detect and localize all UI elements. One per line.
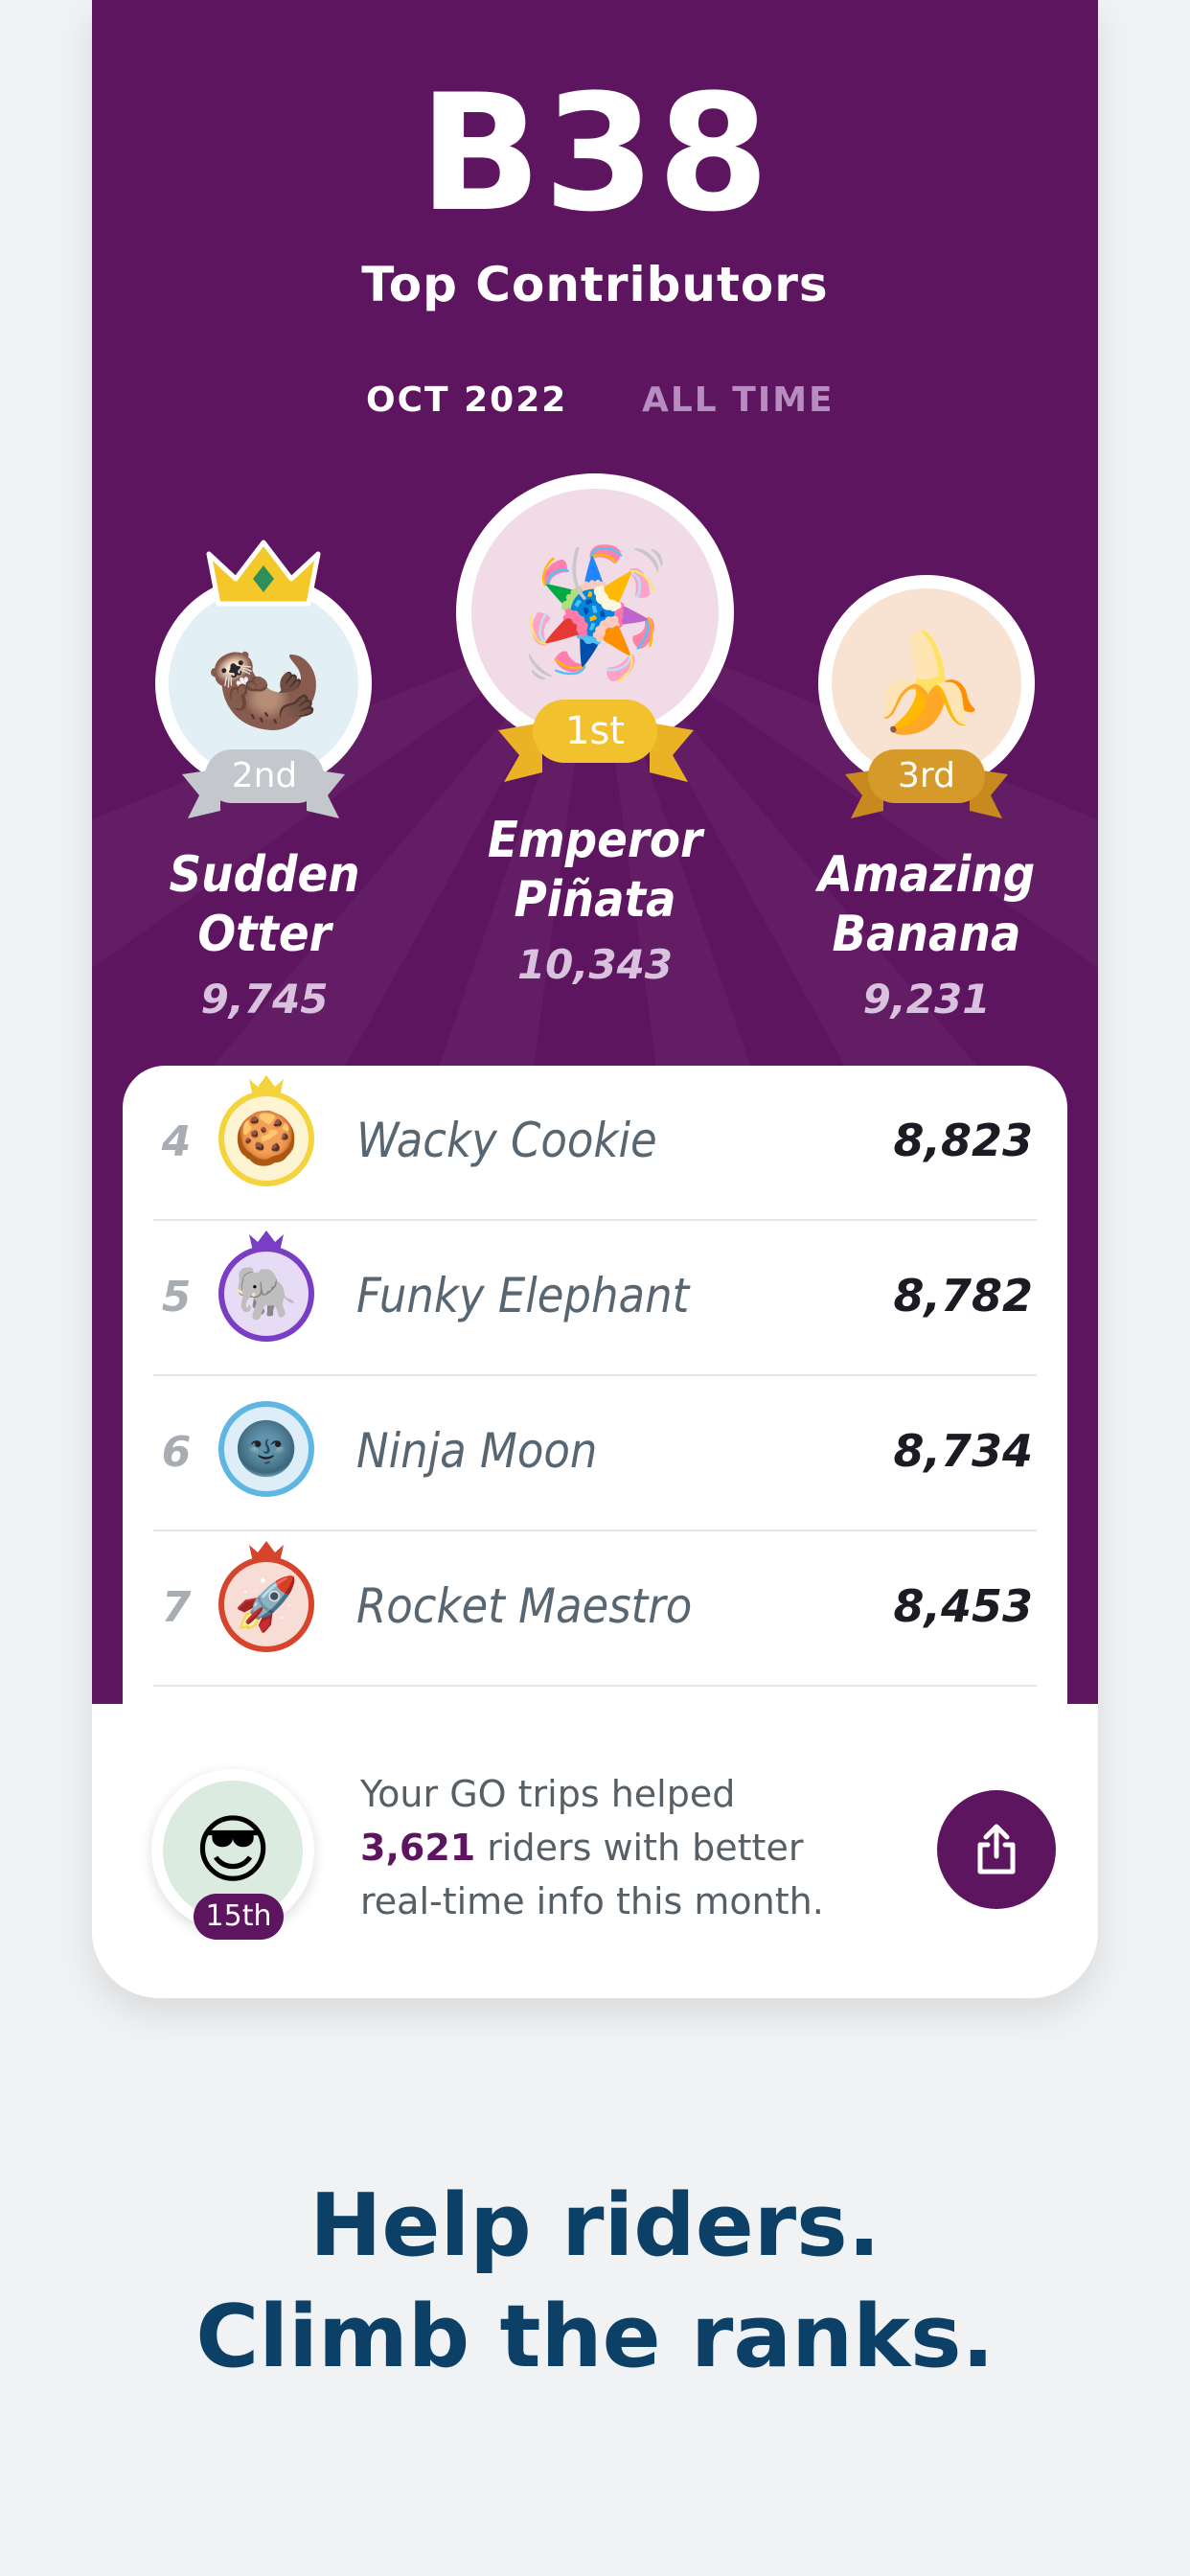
impact-line-1: Your GO trips helped <box>360 1773 736 1815</box>
banana-icon: 🍌 <box>866 627 987 739</box>
pinata-icon: 🪅 <box>517 540 673 685</box>
rank-number: 6 <box>161 1428 192 1477</box>
tagline-line-1: Help riders. <box>309 2175 881 2276</box>
list-item[interactable]: 7 🚀 Rocket Maestro 8,453 <box>123 1531 1067 1687</box>
impact-line-3: real-time info this month. <box>360 1880 824 1922</box>
name-line-1: Sudden <box>169 846 360 904</box>
impact-line-2: 3,621 riders with better <box>360 1821 897 1874</box>
rank-number: 4 <box>161 1117 192 1166</box>
contributor-name: Funky Elephant <box>356 1268 690 1323</box>
leaderboard-header: B38 Top Contributors OCT 2022 ALL TIME 🦦… <box>92 0 1098 1706</box>
leaderboard-card: B38 Top Contributors OCT 2022 ALL TIME 🦦… <box>92 0 1098 1998</box>
contributor-name: Rocket Maestro <box>356 1578 693 1634</box>
podium-score: 10,343 <box>516 941 674 988</box>
name-line-2: Otter <box>197 906 332 963</box>
elephant-icon: 🐘 <box>234 1263 299 1323</box>
cookie-icon: 🍪 <box>234 1108 299 1168</box>
marketing-tagline: Help riders. Climb the ranks. <box>0 2171 1190 2393</box>
name-line-1: Amazing <box>817 846 1036 904</box>
rocket-icon: 🚀 <box>234 1574 299 1634</box>
sunglasses-face-icon: 😎 <box>194 1807 272 1894</box>
list-item[interactable]: 4 🍪 Wacky Cookie 8,823 <box>123 1066 1067 1221</box>
contributor-score: 8,734 <box>893 1425 1033 1477</box>
my-stats-footer: 😎 15th Your GO trips helped 3,621 riders… <box>92 1704 1098 1998</box>
name-line-2: Piñata <box>514 871 676 929</box>
otter-icon: 🦦 <box>203 627 324 739</box>
crown-icon <box>206 540 321 607</box>
tab-oct-2022[interactable]: OCT 2022 <box>366 379 567 423</box>
contributor-name: Wacky Cookie <box>356 1113 657 1168</box>
route-title: B38 <box>419 59 771 247</box>
rank-number: 7 <box>161 1583 192 1632</box>
page-title: Top Contributors <box>361 257 829 312</box>
leaderboard-list: 4 🍪 Wacky Cookie 8,823 5 🐘 Funky Elephan… <box>123 1066 1067 1706</box>
avatar: 🌚 <box>218 1401 314 1497</box>
rank-badge: 3rd <box>868 749 985 803</box>
rank-badge: 1st <box>533 700 657 763</box>
rank-badge: 2nd <box>205 749 324 803</box>
podium-score: 9,231 <box>862 976 991 1023</box>
name-line-1: Emperor <box>487 812 703 869</box>
riders-helped-count: 3,621 <box>360 1827 476 1869</box>
share-button[interactable] <box>937 1790 1056 1909</box>
podium-name: Emperor Piñata <box>446 811 744 930</box>
contributor-score: 8,453 <box>893 1580 1033 1632</box>
moon-icon: 🌚 <box>234 1418 299 1479</box>
avatar: 🐘 <box>218 1246 314 1342</box>
podium-score: 9,745 <box>200 976 329 1023</box>
rank-number: 5 <box>161 1273 192 1322</box>
name-line-2: Banana <box>832 906 1021 963</box>
my-rank-badge: 15th <box>194 1894 284 1940</box>
avatar: 🍪 <box>218 1091 314 1186</box>
contributor-score: 8,823 <box>893 1115 1033 1166</box>
podium-name: Sudden Otter <box>130 845 399 964</box>
contributor-score: 8,782 <box>893 1270 1033 1322</box>
tagline-line-2: Climb the ranks. <box>195 2287 995 2387</box>
my-impact-text: Your GO trips helped 3,621 riders with b… <box>360 1767 897 1928</box>
podium-name: Amazing Banana <box>791 845 1062 964</box>
tab-all-time[interactable]: ALL TIME <box>642 379 835 423</box>
list-item[interactable]: 6 🌚 Ninja Moon 8,734 <box>123 1376 1067 1531</box>
impact-line-2-rest: riders with better <box>475 1827 804 1869</box>
avatar: 🚀 <box>218 1556 314 1652</box>
list-item[interactable]: 5 🐘 Funky Elephant 8,782 <box>123 1221 1067 1376</box>
contributor-name: Ninja Moon <box>356 1423 598 1479</box>
share-icon <box>977 1824 1016 1874</box>
divider <box>153 1685 1037 1687</box>
